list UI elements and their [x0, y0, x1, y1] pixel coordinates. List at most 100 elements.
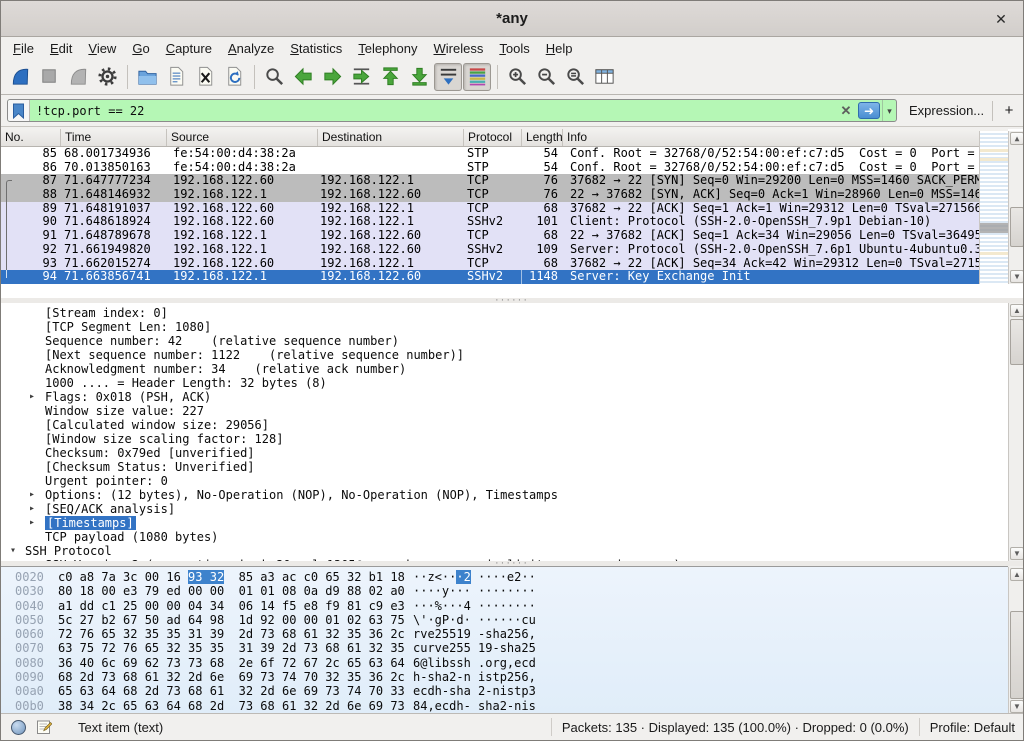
packet-row-90[interactable]: 9071.648618924192.168.122.60192.168.122.… — [1, 215, 1008, 229]
hex-line[interactable]: 003080 18 00 e3 79 ed 00 00 01 01 08 0a … — [1, 584, 1008, 598]
expand-closed-icon[interactable]: ▸ — [29, 502, 35, 516]
detail-line[interactable]: Urgent pointer: 0 — [1, 474, 1008, 488]
column-header-time[interactable]: Time — [61, 129, 167, 146]
packet-row-94[interactable]: 9471.663856741192.168.122.1192.168.122.6… — [1, 270, 1008, 284]
scroll-down-icon[interactable]: ▼ — [1010, 547, 1024, 560]
packet-row-86[interactable]: 8670.013850163fe:54:00:d4:38:2aSTP54Conf… — [1, 161, 1008, 175]
filter-add-button[interactable]: + — [1001, 102, 1017, 119]
detail-line[interactable]: Acknowledgment number: 34 (relative ack … — [1, 362, 1008, 376]
hex-line[interactable]: 00a065 63 64 68 2d 73 68 61 32 2d 6e 69 … — [1, 684, 1008, 698]
packet-row-88[interactable]: 8871.648146932192.168.122.1192.168.122.6… — [1, 188, 1008, 202]
packet-row-92[interactable]: 9271.661949820192.168.122.1192.168.122.6… — [1, 243, 1008, 257]
column-header-source[interactable]: Source — [167, 129, 318, 146]
go-to-packet-button[interactable] — [347, 63, 375, 91]
packet-row-87[interactable]: 8771.647777234192.168.122.60192.168.122.… — [1, 174, 1008, 188]
file-reload-button[interactable] — [220, 63, 248, 91]
file-save-button[interactable] — [162, 63, 190, 91]
detail-line[interactable]: 1000 .... = Header Length: 32 bytes (8) — [1, 376, 1008, 390]
menu-go[interactable]: Go — [124, 39, 157, 58]
column-header-no[interactable]: No. — [1, 129, 61, 146]
detail-line[interactable]: [Calculated window size: 29056] — [1, 418, 1008, 432]
detail-line[interactable]: ▸Flags: 0x018 (PSH, ACK) — [1, 390, 1008, 404]
title-bar[interactable]: *any ✕ — [1, 1, 1023, 37]
detail-line[interactable]: ▸[Timestamps] — [1, 516, 1008, 530]
menu-tools[interactable]: Tools — [491, 39, 537, 58]
capture-comment-icon[interactable] — [36, 719, 52, 735]
packet-row-89[interactable]: 8971.648191037192.168.122.60192.168.122.… — [1, 202, 1008, 216]
expand-open-icon[interactable]: ▾ — [10, 544, 16, 558]
display-filter-field[interactable]: !tcp.port == 22 ✕ ➜ ▾ — [7, 99, 897, 122]
detail-line[interactable]: [Stream index: 0] — [1, 306, 1008, 320]
capture-start-button[interactable] — [6, 63, 34, 91]
display-filter-input[interactable]: !tcp.port == 22 — [30, 104, 836, 118]
menu-file[interactable]: File — [5, 39, 42, 58]
column-header-length[interactable]: Length — [522, 129, 563, 146]
scrollbar-thumb[interactable] — [1010, 611, 1024, 699]
packet-row-91[interactable]: 9171.648789678192.168.122.1192.168.122.6… — [1, 229, 1008, 243]
status-profile[interactable]: Profile: Default — [930, 720, 1015, 735]
filter-bookmark-button[interactable] — [8, 100, 30, 121]
menu-help[interactable]: Help — [538, 39, 581, 58]
go-back-button[interactable] — [289, 63, 317, 91]
menu-telephony[interactable]: Telephony — [350, 39, 425, 58]
hex-line[interactable]: 008036 40 6c 69 62 73 73 68 2e 6f 72 67 … — [1, 656, 1008, 670]
detail-line[interactable]: Checksum: 0x79ed [unverified] — [1, 446, 1008, 460]
expert-info-icon[interactable] — [11, 720, 26, 735]
capture-stop-button[interactable] — [35, 63, 63, 91]
auto-scroll-button[interactable] — [434, 63, 462, 91]
detail-line[interactable]: ▾SSH Protocol — [1, 544, 1008, 558]
hex-line[interactable]: 006072 76 65 32 35 35 31 39 2d 73 68 61 … — [1, 627, 1008, 641]
hex-line[interactable]: 007063 75 72 76 65 32 35 35 31 39 2d 73 … — [1, 641, 1008, 655]
menu-statistics[interactable]: Statistics — [282, 39, 350, 58]
scroll-down-icon[interactable]: ▼ — [1010, 700, 1024, 713]
colorize-button[interactable] — [463, 63, 491, 91]
expand-closed-icon[interactable]: ▸ — [29, 488, 35, 502]
scroll-up-icon[interactable]: ▲ — [1010, 568, 1024, 581]
hex-line[interactable]: 0040a1 dd c1 25 00 00 04 34 06 14 f5 e8 … — [1, 599, 1008, 613]
menu-analyze[interactable]: Analyze — [220, 39, 282, 58]
intelligent-scrollbar-minimap[interactable] — [979, 131, 1008, 284]
close-icon[interactable]: ✕ — [991, 9, 1011, 29]
menu-edit[interactable]: Edit — [42, 39, 80, 58]
find-packet-button[interactable] — [260, 63, 288, 91]
scroll-up-icon[interactable]: ▲ — [1010, 304, 1024, 317]
scroll-down-icon[interactable]: ▼ — [1010, 270, 1024, 283]
capture-restart-button[interactable] — [64, 63, 92, 91]
detail-line[interactable]: [TCP Segment Len: 1080] — [1, 320, 1008, 334]
hex-line[interactable]: 00b038 34 2c 65 63 64 68 2d 73 68 61 32 … — [1, 699, 1008, 713]
detail-line[interactable]: TCP payload (1080 bytes) — [1, 530, 1008, 544]
detail-line[interactable]: Window size value: 227 — [1, 404, 1008, 418]
expand-closed-icon[interactable]: ▸ — [29, 516, 35, 530]
menu-view[interactable]: View — [80, 39, 124, 58]
file-close-button[interactable] — [191, 63, 219, 91]
packet-row-93[interactable]: 9371.662015274192.168.122.60192.168.122.… — [1, 257, 1008, 271]
capture-options-button[interactable] — [93, 63, 121, 91]
zoom-in-button[interactable] — [503, 63, 531, 91]
hex-line[interactable]: 0020c0 a8 7a 3c 00 16 93 32 85 a3 ac c0 … — [1, 570, 1008, 584]
details-vscrollbar[interactable]: ▲ ▼ — [1008, 303, 1024, 561]
column-header-info[interactable]: Info — [563, 129, 1008, 146]
resize-columns-button[interactable] — [590, 63, 618, 91]
zoom-out-button[interactable] — [532, 63, 560, 91]
expression-button[interactable]: Expression... — [909, 103, 984, 118]
detail-line[interactable]: [Window size scaling factor: 128] — [1, 432, 1008, 446]
filter-dropdown-icon[interactable]: ▾ — [882, 100, 896, 121]
hex-line[interactable]: 009068 2d 73 68 61 32 2d 6e 69 73 74 70 … — [1, 670, 1008, 684]
detail-line[interactable]: [Checksum Status: Unverified] — [1, 460, 1008, 474]
scrollbar-thumb[interactable] — [1010, 207, 1024, 247]
menu-wireless[interactable]: Wireless — [426, 39, 492, 58]
packet-list-vscrollbar[interactable]: ▲ ▼ — [1008, 131, 1024, 284]
filter-apply-icon[interactable]: ➜ — [858, 102, 880, 119]
scrollbar-thumb[interactable] — [1010, 319, 1024, 365]
go-first-button[interactable] — [376, 63, 404, 91]
scroll-up-icon[interactable]: ▲ — [1010, 132, 1024, 145]
go-forward-button[interactable] — [318, 63, 346, 91]
packet-row-85[interactable]: 8568.001734936fe:54:00:d4:38:2aSTP54Conf… — [1, 147, 1008, 161]
menu-capture[interactable]: Capture — [158, 39, 220, 58]
minimap-thumb[interactable] — [980, 223, 1008, 233]
detail-line[interactable]: Sequence number: 42 (relative sequence n… — [1, 334, 1008, 348]
hex-line[interactable]: 00505c 27 b2 67 50 ad 64 98 1d 92 00 00 … — [1, 613, 1008, 627]
zoom-reset-button[interactable] — [561, 63, 589, 91]
column-header-protocol[interactable]: Protocol — [464, 129, 522, 146]
detail-line[interactable]: [Next sequence number: 1122 (relative se… — [1, 348, 1008, 362]
